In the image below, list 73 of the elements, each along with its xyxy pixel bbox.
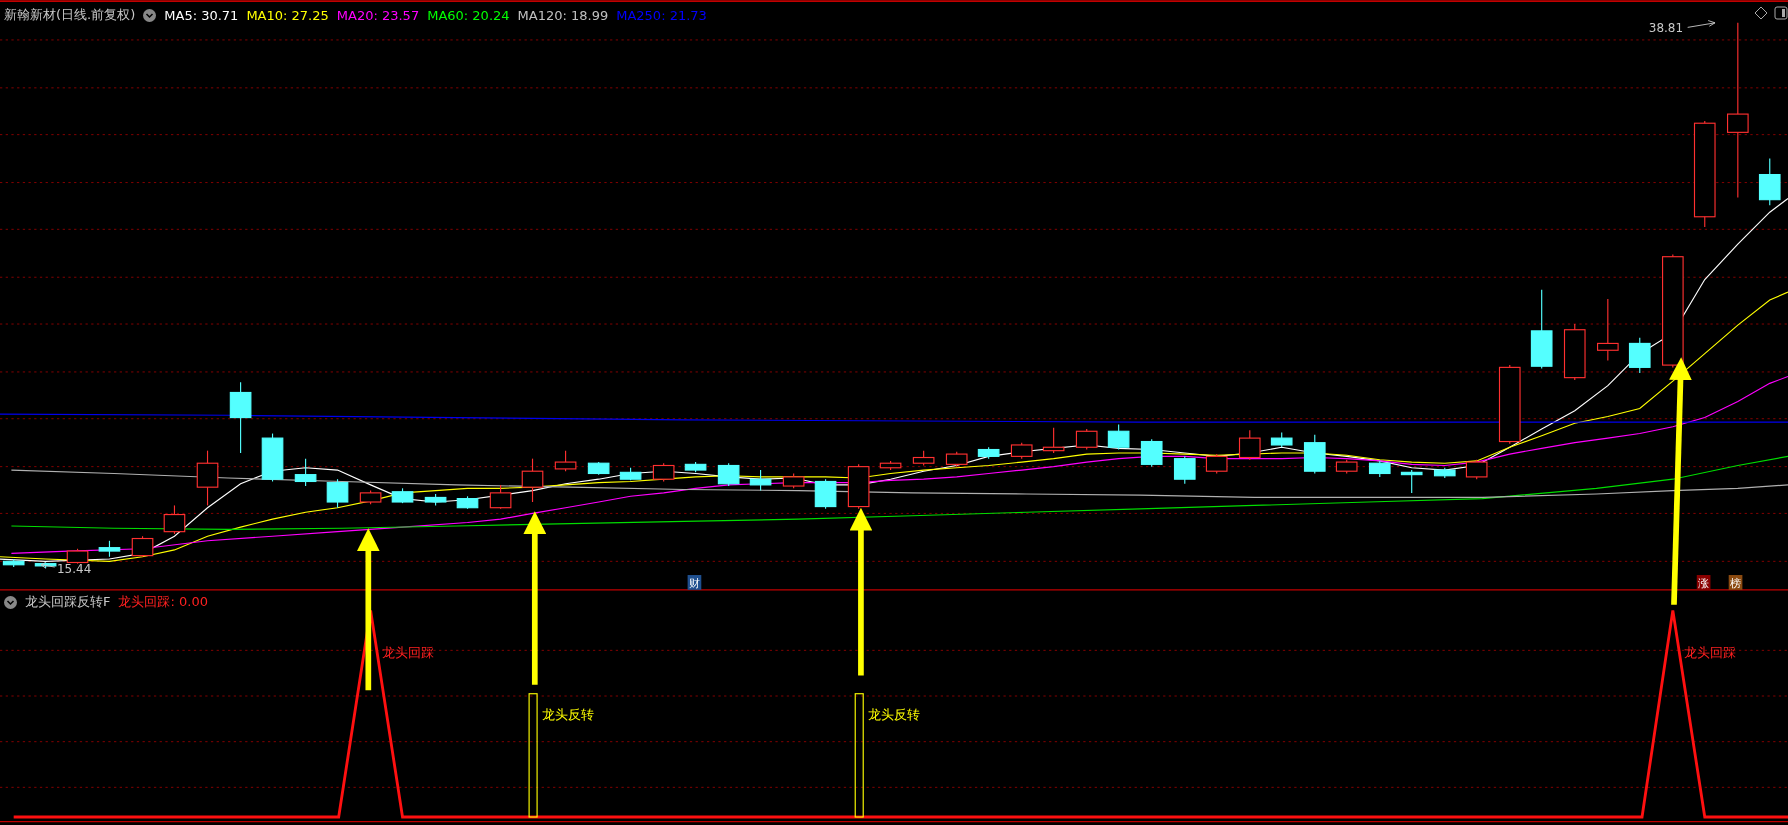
candlestick — [359, 490, 382, 505]
candlestick — [2, 558, 25, 568]
candlestick — [1205, 453, 1228, 475]
candlestick — [912, 450, 935, 467]
candlestick — [1628, 337, 1651, 374]
candlestick — [1563, 323, 1586, 381]
candlestick — [684, 461, 707, 473]
indicator-readout: 龙头回踩: 0.00 — [118, 593, 208, 611]
moving-average-value: MA60: 20.24 — [427, 7, 510, 23]
signal-label: 龙头反转 — [541, 706, 594, 722]
candlestick — [34, 561, 57, 569]
moving-average-value: MA120: 18.99 — [517, 7, 609, 23]
candlestick — [1173, 455, 1196, 485]
candlestick — [945, 451, 968, 468]
candlestick — [1075, 428, 1098, 451]
high-price-label: 38.81 — [1648, 20, 1684, 35]
marker-badge[interactable]: 涨 — [1696, 575, 1711, 590]
candlestick — [814, 478, 837, 510]
low-price-label: 15.44 — [57, 561, 92, 576]
candlestick — [261, 433, 284, 483]
moving-average-value: MA20: 23.57 — [336, 7, 420, 23]
candlestick — [1303, 434, 1326, 475]
candlestick — [749, 469, 772, 492]
candlestick — [879, 460, 902, 471]
candlestick — [587, 461, 610, 476]
candlestick — [717, 462, 740, 487]
pointer-arrow-icon — [40, 562, 56, 569]
moving-average-value: MA5: 30.71 — [164, 7, 239, 23]
signal-label: 龙头回踩 — [1684, 645, 1737, 661]
candlestick — [489, 484, 512, 510]
candlestick — [391, 487, 414, 504]
candlestick — [977, 446, 1000, 460]
diamond-icon[interactable] — [1754, 6, 1768, 20]
candlestick — [1597, 298, 1619, 362]
dropdown-icon[interactable] — [143, 8, 157, 22]
dropdown-icon[interactable] — [4, 595, 17, 609]
candlestick — [619, 467, 642, 481]
candlestick — [1368, 460, 1391, 478]
moving-average-value: MA250: 21.73 — [616, 7, 707, 23]
indicator-title: 龙头回踩反转F — [25, 593, 111, 611]
stock-title: 新翰新材(日线.前复权) — [4, 6, 136, 24]
candlestick — [782, 472, 805, 489]
candlestick — [1238, 429, 1261, 461]
candlestick — [1010, 442, 1033, 460]
candlestick — [163, 504, 186, 535]
candlestick — [847, 463, 870, 510]
pointer-arrow-icon — [1687, 20, 1716, 28]
candlestick — [196, 450, 219, 506]
candlestick — [1042, 427, 1065, 454]
candlestick — [1465, 459, 1488, 480]
panel-toggle-icon[interactable] — [1774, 6, 1788, 20]
candlestick — [1400, 469, 1423, 494]
candlestick — [1758, 158, 1781, 206]
candlestick — [66, 548, 89, 565]
candlestick — [1433, 467, 1456, 479]
candlestick — [1335, 459, 1358, 475]
candlestick — [1140, 438, 1163, 468]
candlestick — [652, 462, 675, 483]
candlestick — [554, 450, 577, 472]
candlestick — [98, 540, 121, 558]
marker-badge[interactable]: 财 — [687, 575, 702, 590]
candlestick — [1270, 431, 1293, 448]
candlestick — [326, 478, 349, 509]
candlestick — [521, 458, 544, 503]
signal-label: 龙头反转 — [867, 706, 920, 722]
signal-label: 龙头回踩 — [382, 645, 434, 661]
marker-badge[interactable]: 榜 — [1728, 575, 1743, 590]
moving-average-value: MA10: 27.25 — [246, 7, 329, 23]
candlestick — [456, 495, 479, 510]
candlestick — [1107, 423, 1130, 451]
candlestick — [131, 535, 154, 558]
candlestick — [294, 458, 317, 487]
candlestick — [424, 493, 447, 506]
